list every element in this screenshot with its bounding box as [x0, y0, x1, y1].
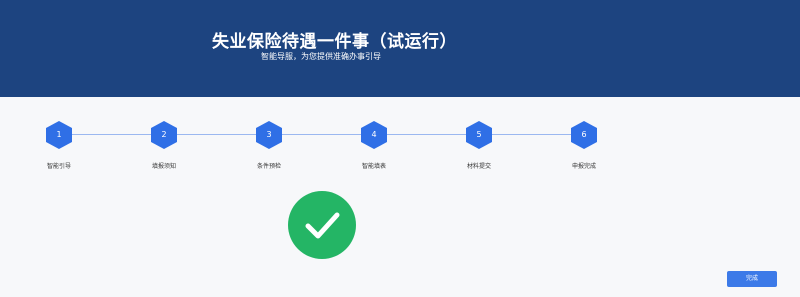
step-label: 申报完成 — [571, 163, 596, 170]
step-number-badge: 5 — [466, 121, 492, 149]
step-2[interactable]: 2 填报须知 — [134, 121, 194, 170]
step-label: 智能填表 — [361, 163, 386, 170]
step-label: 条件预检 — [256, 163, 281, 170]
step-3[interactable]: 3 条件预检 — [239, 121, 299, 170]
step-5[interactable]: 5 材料提交 — [449, 121, 509, 170]
done-button[interactable]: 完成 — [727, 271, 777, 287]
step-number-badge: 6 — [571, 121, 597, 149]
step-label: 材料提交 — [466, 163, 491, 170]
step-number-badge: 2 — [151, 121, 177, 149]
success-badge — [288, 191, 356, 259]
checkmark-icon — [305, 212, 340, 239]
step-6[interactable]: 6 申报完成 — [554, 121, 614, 170]
step-number-badge: 3 — [256, 121, 282, 149]
step-1[interactable]: 1 智能引导 — [29, 121, 89, 170]
progress-stepper: 1 智能引导 2 填报须知 3 条件预检 4 智能填表 5 材料提交 6 申报完… — [0, 0, 800, 190]
step-number-badge: 4 — [361, 121, 387, 149]
step-label: 智能引导 — [46, 163, 71, 170]
step-number-badge: 1 — [46, 121, 72, 149]
step-4[interactable]: 4 智能填表 — [344, 121, 404, 170]
step-label: 填报须知 — [151, 163, 176, 170]
